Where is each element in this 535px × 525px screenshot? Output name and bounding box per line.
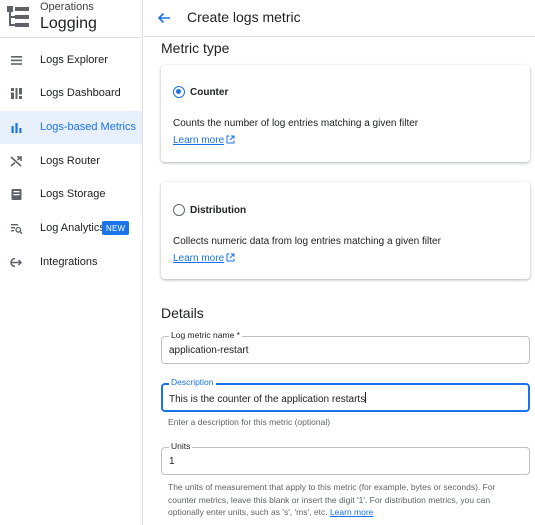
page-title: Create logs metric — [187, 9, 301, 25]
distribution-learn-more-link[interactable]: Learn more — [173, 253, 235, 264]
description-helper-text: Enter a description for this metric (opt… — [168, 417, 331, 427]
bar-chart-icon — [11, 123, 22, 133]
sidebar-item-label: Logs-based Metrics — [40, 121, 136, 133]
description-field[interactable]: Description This is the counter of the a… — [161, 377, 530, 412]
brand-header: Operations Logging — [0, 0, 143, 38]
units-helper-line: counter metrics, leave this blank or ins… — [168, 494, 491, 505]
new-badge: NEW — [102, 221, 130, 235]
metric-name-label: Log metric name * — [169, 330, 242, 341]
back-arrow-icon[interactable] — [156, 10, 172, 26]
sidebar-item-label: Logs Explorer — [40, 54, 108, 66]
sidebar-item-logs-based-metrics[interactable]: Logs-based Metrics — [0, 111, 142, 144]
external-link-icon — [226, 253, 235, 262]
counter-label: Counter — [190, 87, 229, 98]
units-label: Units — [169, 441, 193, 452]
details-heading: Details — [161, 305, 204, 321]
text-caret — [365, 392, 367, 403]
sidebar-item-label: Logs Dashboard — [40, 87, 121, 99]
counter-radio[interactable] — [173, 86, 185, 98]
counter-learn-more-link[interactable]: Learn more — [173, 135, 235, 146]
analytics-icon — [11, 224, 23, 235]
sidebar-item-label: Log Analytics — [40, 222, 105, 234]
description-input[interactable]: This is the counter of the application r… — [169, 392, 367, 405]
units-input[interactable]: 1 — [169, 456, 175, 467]
sidebar-item-log-analytics[interactable]: Log Analytics NEW — [0, 212, 142, 245]
sidebar-item-logs-dashboard[interactable]: Logs Dashboard — [0, 77, 142, 110]
counter-option-card[interactable]: Counter Counts the number of log entries… — [161, 65, 530, 162]
description-label: Description — [169, 377, 216, 388]
units-field[interactable]: Units 1 — [161, 441, 530, 475]
distribution-radio[interactable] — [173, 204, 185, 216]
units-helper-text: The units of measurement that apply to t… — [168, 481, 495, 519]
units-helper-line: The units of measurement that apply to t… — [168, 482, 496, 492]
brand-divider — [0, 37, 143, 38]
sidebar-item-integrations[interactable]: Integrations — [0, 246, 142, 279]
units-learn-more-link[interactable]: Learn more — [330, 507, 373, 517]
metric-type-heading: Metric type — [161, 40, 230, 56]
distribution-option-card[interactable]: Distribution Collects numeric data from … — [161, 182, 530, 279]
page-header: Create logs metric — [144, 0, 535, 37]
distribution-label: Distribution — [190, 205, 247, 216]
brand-title: Logging — [40, 15, 97, 32]
list-icon — [11, 56, 22, 65]
units-helper-line: optionally enter units, such as 's', 'ms… — [168, 507, 374, 517]
sidebar-item-logs-router[interactable]: Logs Router — [0, 145, 142, 178]
integrations-icon — [10, 257, 23, 268]
distribution-description: Collects numeric data from log entries m… — [173, 236, 441, 247]
sidebar-item-label: Integrations — [40, 256, 98, 268]
shuffle-icon — [10, 156, 22, 167]
sidebar-item-logs-storage[interactable]: Logs Storage — [0, 178, 142, 211]
sidebar-item-label: Logs Storage — [40, 188, 106, 200]
external-link-icon — [226, 135, 235, 144]
sidebar-item-logs-explorer[interactable]: Logs Explorer — [0, 44, 142, 77]
sidebar: Operations Logging Logs Explorer Logs Da… — [0, 0, 143, 525]
metric-name-field[interactable]: Log metric name * application-restart — [161, 330, 530, 364]
storage-icon — [11, 189, 22, 200]
metric-name-input[interactable]: application-restart — [169, 345, 248, 356]
dashboard-icon — [11, 88, 22, 99]
sidebar-item-label: Logs Router — [40, 155, 100, 167]
logging-logo-icon — [7, 6, 29, 27]
brand-subtitle: Operations — [40, 1, 94, 13]
counter-description: Counts the number of log entries matchin… — [173, 118, 419, 129]
